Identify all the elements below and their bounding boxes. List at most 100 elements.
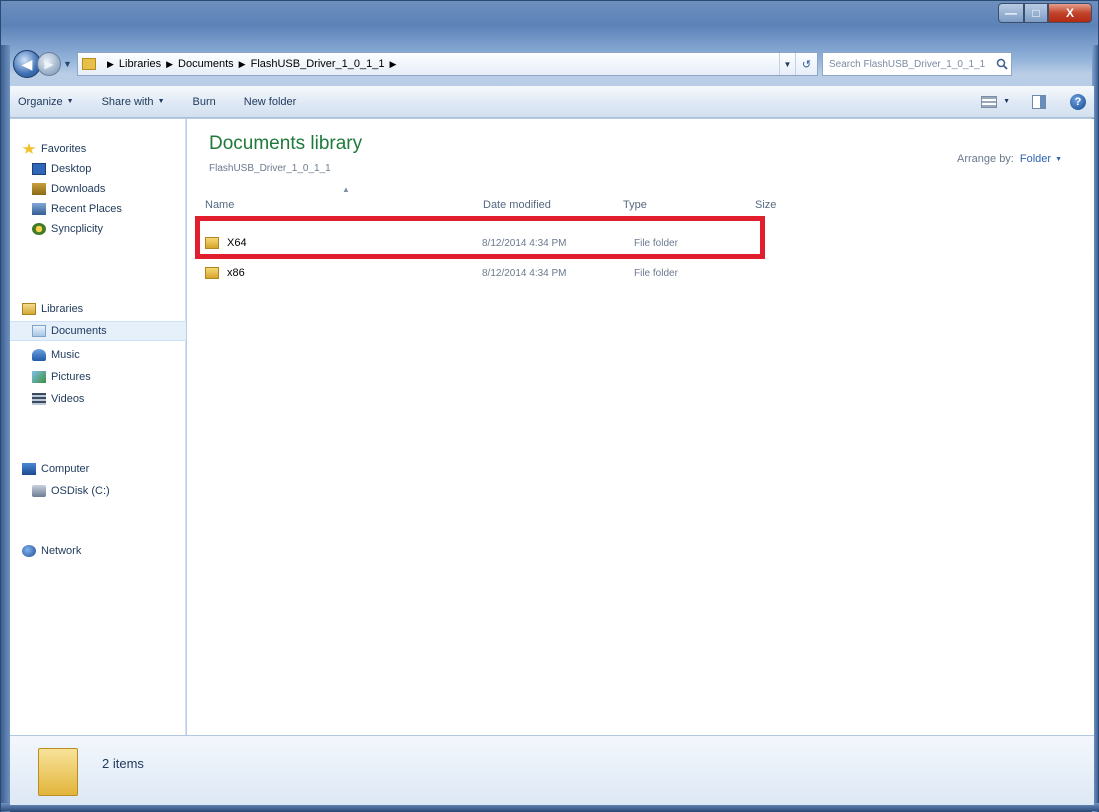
nav-computer[interactable]: Computer	[10, 459, 186, 479]
chevron-down-icon: ▼	[1055, 155, 1062, 163]
search-icon[interactable]	[993, 58, 1011, 70]
file-date: 8/12/2014 4:34 PM	[482, 267, 567, 279]
documents-icon	[32, 325, 46, 337]
libraries-icon	[22, 303, 36, 315]
search-placeholder: Search FlashUSB_Driver_1_0_1_1	[829, 58, 986, 70]
recent-places-icon	[32, 203, 46, 215]
desktop-icon	[32, 163, 46, 175]
nav-libraries[interactable]: Libraries	[10, 299, 186, 319]
arrange-by-value: Folder	[1019, 153, 1052, 165]
column-header-size[interactable]: Size	[755, 199, 776, 217]
minimize-button[interactable]: —	[998, 3, 1024, 23]
address-history-dropdown[interactable]: ▼	[779, 53, 795, 75]
file-type: File folder	[634, 267, 678, 279]
syncplicity-icon	[32, 223, 46, 235]
nav-label: Syncplicity	[51, 223, 103, 235]
column-header-type[interactable]: Type	[623, 199, 647, 217]
column-header-date[interactable]: Date modified	[483, 199, 551, 217]
chevron-down-icon: ▼	[157, 98, 165, 105]
toolbar-right: ▼ ?	[981, 93, 1086, 110]
maximize-button[interactable]: □	[1024, 3, 1048, 23]
nav-pictures[interactable]: Pictures	[10, 367, 186, 387]
pictures-icon	[32, 371, 46, 383]
nav-osdisk[interactable]: OSDisk (C:)	[10, 481, 186, 501]
breadcrumb-flashusb[interactable]: FlashUSB_Driver_1_0_1_1	[251, 58, 385, 70]
downloads-icon	[32, 183, 46, 195]
nav-label: OSDisk (C:)	[51, 485, 110, 497]
views-dropdown[interactable]: ▼	[1003, 98, 1010, 105]
nav-label: Downloads	[51, 183, 106, 195]
arrange-by-label: Arrange by:	[957, 153, 1014, 165]
nav-label: Music	[51, 349, 80, 361]
nav-label: Recent Places	[51, 203, 122, 215]
nav-music[interactable]: Music	[10, 345, 186, 365]
share-with-button[interactable]: Share with ▼	[102, 96, 165, 108]
new-folder-button[interactable]: New folder	[244, 96, 297, 108]
library-subtitle: FlashUSB_Driver_1_0_1_1	[209, 163, 331, 174]
address-row: ◀ ▶ ▼ ▶ Libraries ▶ Documents ▶ FlashUSB…	[13, 50, 1097, 78]
window-left-border	[1, 45, 10, 812]
content-pane: Documents library FlashUSB_Driver_1_0_1_…	[187, 119, 1094, 735]
chevron-down-icon: ▼	[66, 98, 74, 105]
item-count: 2 items	[102, 756, 144, 771]
organize-button[interactable]: Organize ▼	[18, 96, 74, 108]
nav-network[interactable]: Network	[10, 541, 186, 561]
preview-pane-icon[interactable]	[1032, 94, 1046, 109]
caption-buttons: — □ X	[998, 3, 1092, 23]
recent-pages-dropdown[interactable]: ▼	[63, 59, 73, 69]
arrange-by-dropdown[interactable]: Folder ▼	[1020, 153, 1062, 165]
sort-arrow-icon: ▲	[342, 185, 350, 194]
folder-icon	[82, 58, 96, 70]
search-input[interactable]: Search FlashUSB_Driver_1_0_1_1	[822, 52, 1012, 76]
nav-label: Network	[41, 545, 82, 557]
organize-label: Organize	[18, 95, 63, 108]
navigation-pane: Favorites Desktop Downloads Recent Place…	[10, 119, 186, 735]
nav-label: Videos	[51, 393, 85, 405]
refresh-button[interactable]: ↺	[795, 53, 817, 75]
nav-favorites[interactable]: Favorites	[10, 139, 186, 159]
nav-documents[interactable]: Documents	[10, 321, 186, 341]
nav-syncplicity[interactable]: Syncplicity	[10, 219, 186, 239]
breadcrumb-chevron-icon[interactable]: ▶	[107, 59, 114, 70]
nav-videos[interactable]: Videos	[10, 389, 186, 409]
nav-label: Documents	[51, 325, 107, 337]
nav-desktop[interactable]: Desktop	[10, 159, 186, 179]
file-row-x86[interactable]: x86 8/12/2014 4:34 PM File folder	[205, 263, 765, 283]
nav-label: Desktop	[51, 163, 92, 175]
change-view-icon[interactable]	[981, 95, 998, 108]
close-button[interactable]: X	[1048, 3, 1092, 23]
burn-button[interactable]: Burn	[193, 96, 216, 108]
share-with-label: Share with	[101, 95, 154, 108]
music-icon	[32, 349, 46, 361]
help-icon[interactable]: ?	[1070, 93, 1086, 110]
breadcrumb-libraries[interactable]: Libraries	[119, 58, 161, 70]
file-name: x86	[227, 267, 245, 279]
command-bar: Organize ▼ Share with ▼ Burn New folder ▼ …	[10, 86, 1094, 118]
breadcrumb-documents[interactable]: Documents	[178, 58, 234, 70]
highlight-annotation	[195, 216, 765, 259]
forward-button[interactable]: ▶	[37, 52, 61, 76]
breadcrumb-chevron-icon[interactable]: ▶	[239, 59, 246, 70]
star-icon	[22, 143, 36, 154]
breadcrumb-chevron-icon[interactable]: ▶	[390, 59, 397, 70]
nav-label: Favorites	[41, 143, 87, 155]
computer-icon	[22, 463, 36, 475]
breadcrumb-chevron-icon[interactable]: ▶	[166, 59, 173, 70]
library-title: Documents library	[209, 133, 363, 154]
column-header-name[interactable]: Name	[205, 199, 234, 217]
network-icon	[22, 545, 36, 557]
nav-downloads[interactable]: Downloads	[10, 179, 186, 199]
videos-icon	[32, 393, 46, 405]
nav-label: Computer	[41, 463, 90, 475]
explorer-window: — □ X ◀ ▶ ▼ ▶ Libraries ▶ Documents ▶ Fl…	[0, 0, 1099, 812]
address-bar-controls: ▼ ↺	[779, 53, 817, 75]
folder-icon	[205, 267, 219, 279]
address-bar[interactable]: ▶ Libraries ▶ Documents ▶ FlashUSB_Drive…	[77, 52, 818, 76]
details-pane: 2 items	[10, 735, 1094, 805]
folder-icon	[38, 748, 78, 796]
nav-recent-places[interactable]: Recent Places	[10, 199, 186, 219]
disk-drive-icon	[32, 485, 46, 497]
nav-label: Libraries	[41, 303, 84, 315]
arrange-by: Arrange by: Folder ▼	[957, 153, 1062, 165]
nav-label: Pictures	[51, 371, 91, 383]
